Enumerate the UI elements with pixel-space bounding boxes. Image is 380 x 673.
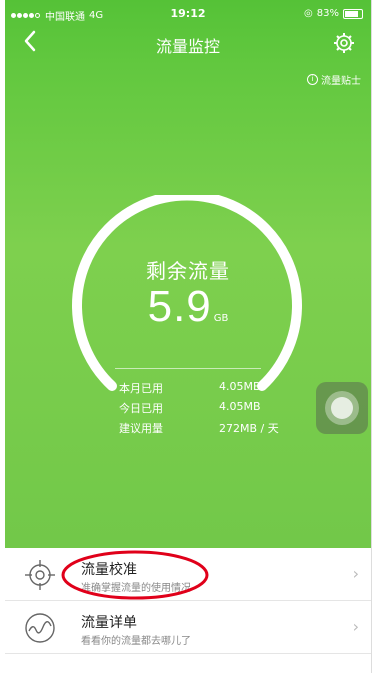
status-right: ◎ 83% (304, 8, 363, 19)
battery-icon (343, 8, 363, 19)
page-title: 流量监控 (155, 37, 220, 56)
screen-edge (371, 0, 372, 673)
gauge-label: 剩余流量 (146, 259, 230, 283)
list-item-details[interactable]: 流量详单 看看你的流量都去哪儿了 › (5, 601, 371, 654)
target-icon (23, 558, 57, 592)
phone-screen: 中国联通 4G 19:12 ◎ 83% 流量监控 i 流量贴士 剩余流量 5.9… (5, 0, 371, 673)
info-icon: i (307, 74, 318, 85)
usage-stats: 本月已用 4.05MB 今日已用 4.05MB 建议用量 272MB / 天 (119, 380, 289, 440)
battery-percent: 83% (316, 8, 339, 19)
annotation-ellipse (61, 550, 209, 600)
stat-label: 建议用量 (119, 422, 163, 435)
rotation-lock-icon: ◎ (304, 8, 313, 19)
stat-label: 本月已用 (119, 382, 163, 395)
traffic-tips-label: 流量贴士 (321, 76, 361, 87)
stat-row-suggested: 建议用量 272MB / 天 (119, 420, 289, 440)
assistive-touch-button[interactable] (316, 382, 368, 434)
nav-bar: 流量监控 (5, 24, 371, 64)
gear-icon[interactable] (333, 32, 355, 54)
chevron-right-icon: › (352, 564, 359, 583)
stat-value: 4.05MB (219, 400, 261, 413)
gauge-value: 5.9 GB (5, 282, 371, 332)
remaining-unit: GB (213, 313, 229, 324)
item-subtitle: 看看你的流量都去哪儿了 (81, 636, 191, 647)
status-bar: 中国联通 4G 19:12 ◎ 83% (5, 0, 371, 24)
stat-value: 4.05MB (219, 380, 261, 393)
wave-chart-icon (23, 611, 57, 645)
assistive-core (331, 397, 353, 419)
item-title: 流量详单 (81, 615, 137, 631)
chevron-right-icon: › (352, 617, 359, 636)
stat-label: 今日已用 (119, 402, 163, 415)
stat-row-month: 本月已用 4.05MB (119, 380, 289, 400)
stat-row-today: 今日已用 4.05MB (119, 400, 289, 420)
stats-divider (115, 368, 261, 369)
remaining-value: 5.9 (147, 282, 212, 331)
stat-value: 272MB / 天 (219, 422, 279, 435)
traffic-tips-link[interactable]: i 流量贴士 (307, 72, 361, 87)
